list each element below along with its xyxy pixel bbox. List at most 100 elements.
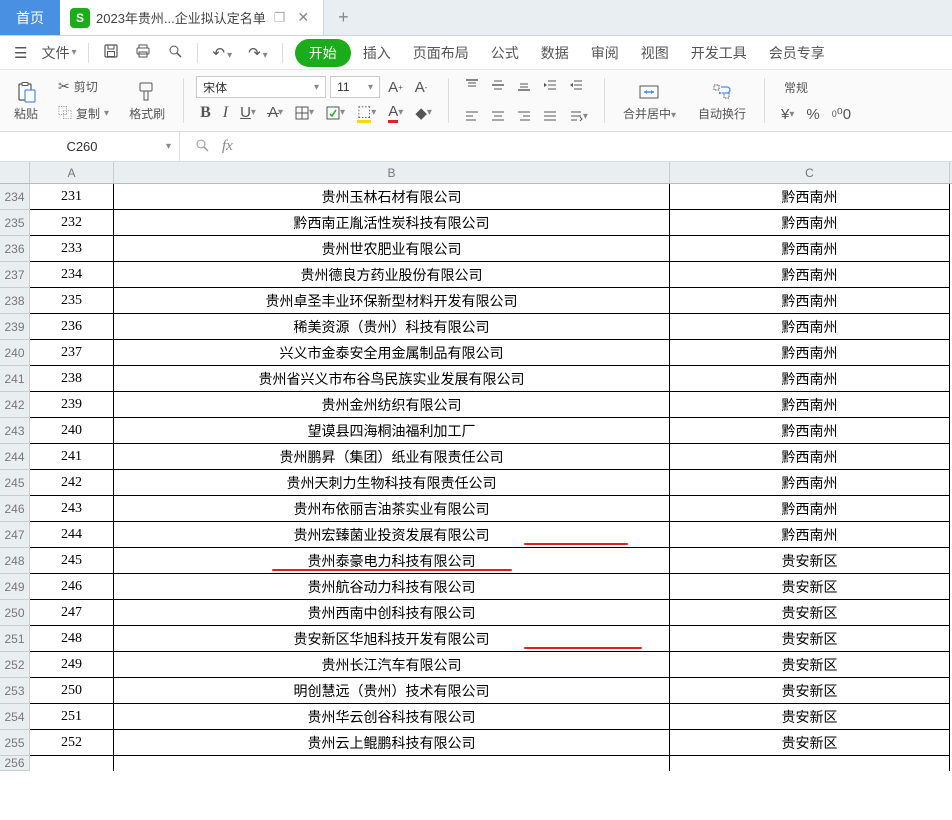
cell[interactable]: 246 — [30, 574, 114, 600]
print-icon[interactable] — [129, 39, 157, 67]
cell[interactable]: 243 — [30, 496, 114, 522]
new-tab-button[interactable]: + — [324, 0, 363, 35]
cell[interactable]: 黔西南正胤活性炭科技有限公司 — [114, 210, 670, 236]
cell[interactable] — [114, 756, 670, 771]
tab-document[interactable]: S 2023年贵州...企业拟认定名单 ❐ ✕ — [60, 0, 324, 35]
strike-button[interactable]: A▾ — [264, 102, 287, 123]
cell[interactable]: 245 — [30, 548, 114, 574]
cell[interactable]: 233 — [30, 236, 114, 262]
cell[interactable] — [30, 756, 114, 771]
cell[interactable]: 235 — [30, 288, 114, 314]
cell[interactable]: 稀美资源（贵州）科技有限公司 — [114, 314, 670, 340]
menu-tab-7[interactable]: 开发工具 — [681, 37, 757, 69]
row-header[interactable]: 255 — [0, 730, 30, 756]
cell[interactable]: 贵州西南中创科技有限公司 — [114, 600, 670, 626]
cell[interactable]: 236 — [30, 314, 114, 340]
row-header[interactable]: 240 — [0, 340, 30, 366]
cut-button[interactable]: ✂剪切 — [54, 76, 113, 97]
save-icon[interactable] — [97, 39, 125, 67]
number-format-select[interactable]: 常规 — [777, 76, 815, 99]
col-header-a[interactable]: A — [30, 162, 114, 183]
menu-tab-8[interactable]: 会员专享 — [759, 37, 835, 69]
select-all-corner[interactable] — [0, 162, 30, 183]
row-header[interactable]: 246 — [0, 496, 30, 522]
cell[interactable]: 贵安新区 — [670, 704, 950, 730]
align-middle-icon[interactable] — [487, 76, 509, 94]
tab-home[interactable]: 首页 — [0, 0, 60, 35]
menu-tab-4[interactable]: 数据 — [531, 37, 579, 69]
row-header[interactable]: 254 — [0, 704, 30, 730]
cell[interactable]: 250 — [30, 678, 114, 704]
close-icon[interactable]: ✕ — [293, 9, 313, 26]
row-header[interactable]: 251 — [0, 626, 30, 652]
cell[interactable]: 贵安新区 — [670, 730, 950, 756]
cell[interactable]: 黔西南州 — [670, 288, 950, 314]
cell[interactable]: 232 — [30, 210, 114, 236]
cell[interactable]: 贵安新区 — [670, 652, 950, 678]
cell[interactable]: 251 — [30, 704, 114, 730]
cell[interactable]: 贵州华云创谷科技有限公司 — [114, 704, 670, 730]
row-header[interactable]: 236 — [0, 236, 30, 262]
cell[interactable]: 黔西南州 — [670, 236, 950, 262]
wrap-text-button[interactable]: 自动换行 — [692, 74, 752, 127]
cell[interactable]: 明创慧远（贵州）技术有限公司 — [114, 678, 670, 704]
align-right-icon[interactable] — [513, 107, 535, 125]
cell[interactable]: 248 — [30, 626, 114, 652]
cell[interactable]: 黔西南州 — [670, 184, 950, 210]
percent-icon[interactable]: % — [802, 104, 823, 125]
cell[interactable]: 238 — [30, 366, 114, 392]
cell[interactable]: 贵安新区 — [670, 626, 950, 652]
menu-tab-1[interactable]: 插入 — [353, 37, 401, 69]
cell[interactable]: 241 — [30, 444, 114, 470]
cell[interactable]: 237 — [30, 340, 114, 366]
chevron-down-icon[interactable]: ▾ — [166, 141, 171, 152]
window-restore-icon[interactable]: ❐ — [272, 10, 288, 26]
cell[interactable]: 贵州德良方药业股份有限公司 — [114, 262, 670, 288]
cell[interactable]: 240 — [30, 418, 114, 444]
align-left-icon[interactable] — [461, 107, 483, 125]
merge-center-button[interactable]: 合并居中▾ — [617, 74, 682, 127]
font-name-select[interactable]: 宋体▾ — [196, 76, 326, 98]
cell[interactable]: 贵州世农肥业有限公司 — [114, 236, 670, 262]
row-header[interactable]: 252 — [0, 652, 30, 678]
row-header[interactable]: 237 — [0, 262, 30, 288]
cell[interactable]: 贵州金州纺织有限公司 — [114, 392, 670, 418]
cell[interactable]: 贵州宏臻菌业投资发展有限公司 — [114, 522, 670, 548]
cell[interactable]: 望谟县四海桐油福利加工厂 — [114, 418, 670, 444]
cell[interactable]: 贵州航谷动力科技有限公司 — [114, 574, 670, 600]
font-size-select[interactable]: 11▾ — [330, 76, 380, 98]
cell[interactable]: 贵州长江汽车有限公司 — [114, 652, 670, 678]
cell[interactable]: 贵州泰豪电力科技有限公司 — [114, 548, 670, 574]
cell[interactable]: 黔西南州 — [670, 470, 950, 496]
cell[interactable]: 贵州卓圣丰业环保新型材料开发有限公司 — [114, 288, 670, 314]
format-painter-button[interactable]: 格式刷 — [123, 74, 171, 127]
cell[interactable]: 贵安新区 — [670, 600, 950, 626]
font-color-button[interactable]: A▾ — [384, 101, 407, 125]
col-header-b[interactable]: B — [114, 162, 670, 183]
row-header[interactable]: 243 — [0, 418, 30, 444]
cell[interactable]: 贵安新区华旭科技开发有限公司 — [114, 626, 670, 652]
menu-tab-5[interactable]: 审阅 — [581, 37, 629, 69]
cell[interactable]: 贵州鹏昇（集团）纸业有限责任公司 — [114, 444, 670, 470]
decrease-font-icon[interactable]: A- — [411, 77, 432, 98]
cell[interactable]: 黔西南州 — [670, 444, 950, 470]
align-top-icon[interactable] — [461, 76, 483, 94]
borders-button[interactable]: ▾ — [291, 104, 318, 122]
undo-icon[interactable]: ↶▾ — [206, 40, 238, 66]
redo-icon[interactable]: ↷▾ — [242, 40, 274, 66]
cell[interactable]: 贵州天刺力生物科技有限责任公司 — [114, 470, 670, 496]
row-header[interactable]: 253 — [0, 678, 30, 704]
print-preview-icon[interactable] — [161, 39, 189, 67]
cell[interactable]: 244 — [30, 522, 114, 548]
comma-style-icon[interactable]: 0⁰0 — [828, 103, 855, 125]
bold-button[interactable]: B — [196, 102, 215, 124]
cell[interactable]: 贵安新区 — [670, 548, 950, 574]
cell[interactable]: 黔西南州 — [670, 366, 950, 392]
row-header[interactable]: 248 — [0, 548, 30, 574]
cell[interactable]: 兴义市金泰安全用金属制品有限公司 — [114, 340, 670, 366]
cell[interactable]: 234 — [30, 262, 114, 288]
cell-style-button[interactable]: ▾ — [322, 104, 349, 122]
cell[interactable]: 252 — [30, 730, 114, 756]
menu-tab-2[interactable]: 页面布局 — [403, 37, 479, 69]
row-header[interactable]: 239 — [0, 314, 30, 340]
